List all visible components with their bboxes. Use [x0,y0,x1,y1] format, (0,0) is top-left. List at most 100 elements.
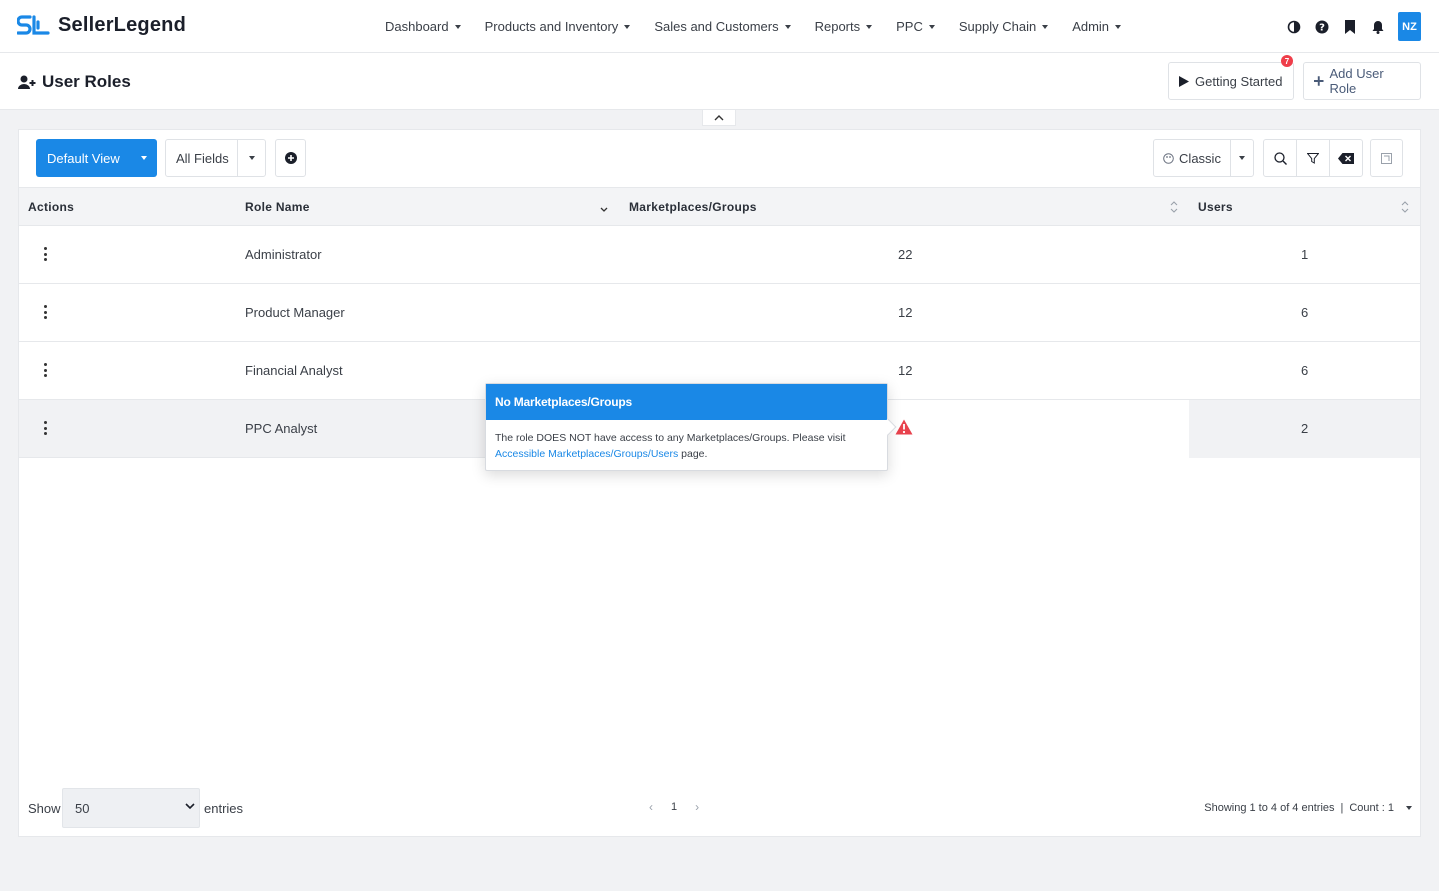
popover-title: No Marketplaces/Groups [486,384,887,420]
user-avatar[interactable]: NZ [1398,12,1421,41]
plus-circle-icon [284,152,297,164]
no-marketplaces-popover: No Marketplaces/Groups The role DOES NOT… [485,383,897,471]
row-actions-icon[interactable] [41,247,49,261]
filter-button[interactable] [1297,140,1330,176]
caret-down-icon[interactable] [1406,806,1412,810]
notification-badge: 7 [1281,55,1293,67]
caret-down-icon [928,24,935,29]
default-view-dropdown[interactable]: Default View [36,139,157,177]
menu-ppc[interactable]: PPC [896,19,935,34]
sellerlegend-logo-icon [17,15,50,35]
marketplaces-cell: 22 [898,247,913,262]
sort-icon[interactable] [1401,200,1409,217]
classic-layout-button[interactable]: Classic [1154,140,1231,176]
role-name-cell: Product Manager [245,305,345,320]
svg-text:?: ? [1319,22,1325,33]
count-text: Count : 1 [1349,802,1394,814]
caret-down-icon [624,24,631,29]
divider: | [1340,802,1344,814]
menu-label: PPC [896,19,923,34]
caret-down-icon [1115,24,1122,29]
caret-down-icon [248,156,255,160]
main-menu: Dashboard Products and Inventory Sales a… [385,0,1145,53]
caret-down-icon [866,24,873,29]
column-users[interactable]: Users [1198,200,1233,214]
brand-name: SellerLegend [58,13,186,36]
add-user-role-label: Add User Role [1329,66,1384,96]
page-number[interactable]: 1 [671,801,677,813]
caret-down-icon [784,24,791,29]
pagination: ‹ 1 › [649,800,699,814]
add-user-role-button[interactable]: Add User Role [1303,62,1421,100]
show-label: Show [28,801,61,816]
table-row: Administrator 22 1 [19,225,1420,283]
menu-label: Reports [814,19,861,34]
popover-text-end: page. [681,448,708,460]
sort-icon[interactable] [1170,200,1178,217]
nav-icon-group: ? NZ [1286,12,1421,41]
table-toolbar: Default View All Fields Classic [19,130,1420,187]
marketplaces-cell: 12 [898,305,913,320]
search-button[interactable] [1264,140,1297,176]
warning-triangle-icon[interactable] [895,419,913,438]
accessible-marketplaces-link[interactable]: Accessible Marketplaces/Groups/Users [495,448,678,460]
caret-down-icon [1042,24,1049,29]
menu-supply-chain[interactable]: Supply Chain [958,19,1049,34]
menu-reports[interactable]: Reports [815,19,873,34]
filter-icon [1307,152,1319,164]
help-icon[interactable]: ? [1314,19,1330,35]
next-page-icon[interactable]: › [695,800,699,814]
table-header: Actions Role Name Marketplaces/Groups Us… [19,187,1420,225]
menu-sales-customers[interactable]: Sales and Customers [654,19,791,34]
caret-down-icon [1239,156,1245,160]
menu-label: Sales and Customers [654,19,779,34]
caret-down-icon [141,156,147,160]
user-plus-icon [18,75,36,89]
menu-label: Supply Chain [958,19,1037,34]
logo[interactable]: SellerLegend [17,13,186,37]
users-cell: 6 [1301,305,1309,320]
entries-per-page-select[interactable]: 50 [62,788,200,828]
entries-label: entries [204,801,244,816]
export-button[interactable] [1370,139,1403,177]
menu-dashboard[interactable]: Dashboard [385,19,461,34]
all-fields-label: All Fields [166,140,238,176]
layout-caret[interactable] [1231,156,1253,160]
add-view-button[interactable] [275,139,306,177]
page-title-text: User Roles [42,72,131,91]
copy-icon [1381,152,1392,164]
bookmark-icon[interactable] [1342,19,1358,35]
popover-body: The role DOES NOT have access to any Mar… [486,420,887,462]
clear-filters-button[interactable] [1330,140,1362,176]
column-marketplaces-groups[interactable]: Marketplaces/Groups [629,200,757,214]
row-actions-icon[interactable] [41,363,49,377]
page-header: User Roles Getting Started Add User Role [0,53,1439,110]
chevron-up-icon [714,114,724,120]
top-navbar: SellerLegend Dashboard Products and Inve… [0,0,1439,53]
collapse-header-toggle[interactable] [702,110,736,126]
all-fields-dropdown[interactable]: All Fields [165,139,266,177]
sort-desc-icon[interactable] [600,200,608,217]
row-actions-icon[interactable] [41,305,49,319]
users-cell: 2 [1301,421,1309,436]
page-title: User Roles [18,72,131,92]
entries-value: 50 [75,800,90,816]
column-actions: Actions [28,200,75,214]
plus-icon [1314,76,1324,86]
classic-label: Classic [1179,150,1221,166]
menu-label: Products and Inventory [484,19,619,34]
menu-admin[interactable]: Admin [1072,19,1122,34]
caret-down-icon [454,24,461,29]
row-actions-icon[interactable] [41,421,49,435]
getting-started-button[interactable]: Getting Started [1168,62,1294,100]
prev-page-icon[interactable]: ‹ [649,800,653,814]
entries-summary: Showing 1 to 4 of 4 entries | Count : 1 [1204,802,1412,814]
users-cell: 6 [1301,363,1309,378]
getting-started-label: Getting Started [1195,73,1283,89]
menu-products-inventory[interactable]: Products and Inventory [485,19,631,34]
contrast-icon[interactable] [1286,19,1302,35]
bell-icon[interactable] [1370,19,1386,35]
layout-dropdown[interactable]: Classic [1153,139,1254,177]
column-role-name[interactable]: Role Name [245,200,310,214]
all-fields-caret[interactable] [238,156,265,160]
